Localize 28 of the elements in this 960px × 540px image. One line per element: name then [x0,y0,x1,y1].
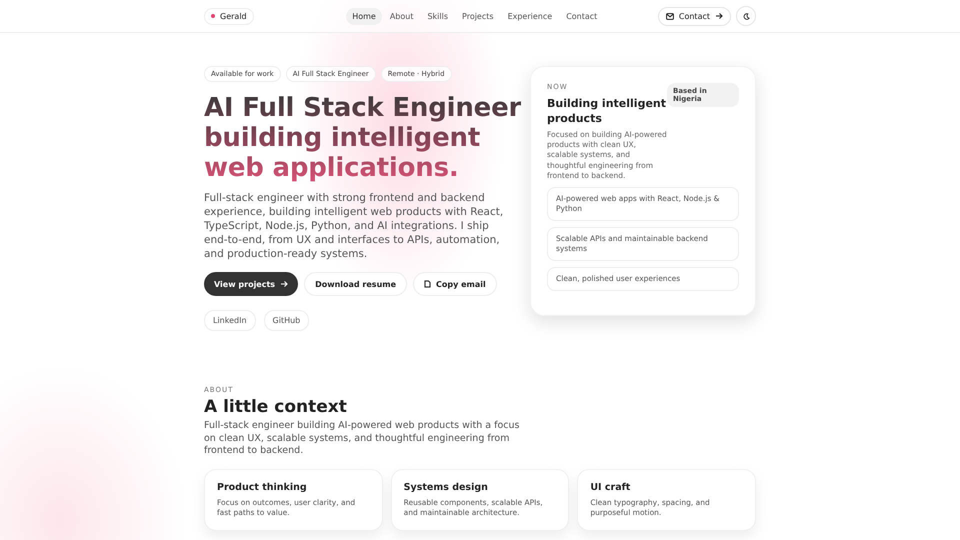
feature-title: Product thinking [217,482,308,492]
copy-icon [424,280,432,288]
social-link[interactable]: LinkedIn [204,310,256,331]
nav-link[interactable]: Projects [456,8,500,24]
nav-link[interactable]: Contact [560,8,604,24]
brand-link[interactable]: Gerald [204,8,254,24]
status-dot [211,14,215,18]
nav-link[interactable]: Home [346,8,382,24]
moon-icon [742,12,750,20]
nav-link[interactable]: About [384,8,420,24]
feature-title: UI craft [590,482,632,492]
hero-intro: Full-stack engineer with strong frontend and backend experience, building intelligent web products with React, TypeScript, Node.js, Python, and AI integrations. I ship end-to-end, from UX and interfaces to APIs, automation, and production-ready systems. [204,191,504,261]
nav-link[interactable]: Experience [502,8,558,24]
section-title: A little context [204,397,348,417]
contact-button[interactable]: Contact [658,6,731,26]
copy-email-button[interactable]: Copy email [413,272,497,296]
mail-icon [666,12,674,20]
arrow-right-icon [715,12,723,20]
hero-headline: AI Full Stack Engineer building intelligent web applications. [204,93,522,183]
theme-toggle[interactable] [736,6,756,26]
view-projects-button[interactable]: View projects [204,272,298,296]
download-button[interactable]: Download resume [304,272,408,296]
nav-link[interactable]: Skills [421,8,454,24]
social-link[interactable]: GitHub [264,310,310,331]
card-title: Building intelligent products [547,96,667,126]
arrow-right-icon [280,280,288,288]
feature-title: Systems design [404,482,489,492]
section-description: Full-stack engineer building AI-powered web products with a focus on clean UX, scalable systems, and thoughtful engineering from frontend to backend. [204,420,520,458]
